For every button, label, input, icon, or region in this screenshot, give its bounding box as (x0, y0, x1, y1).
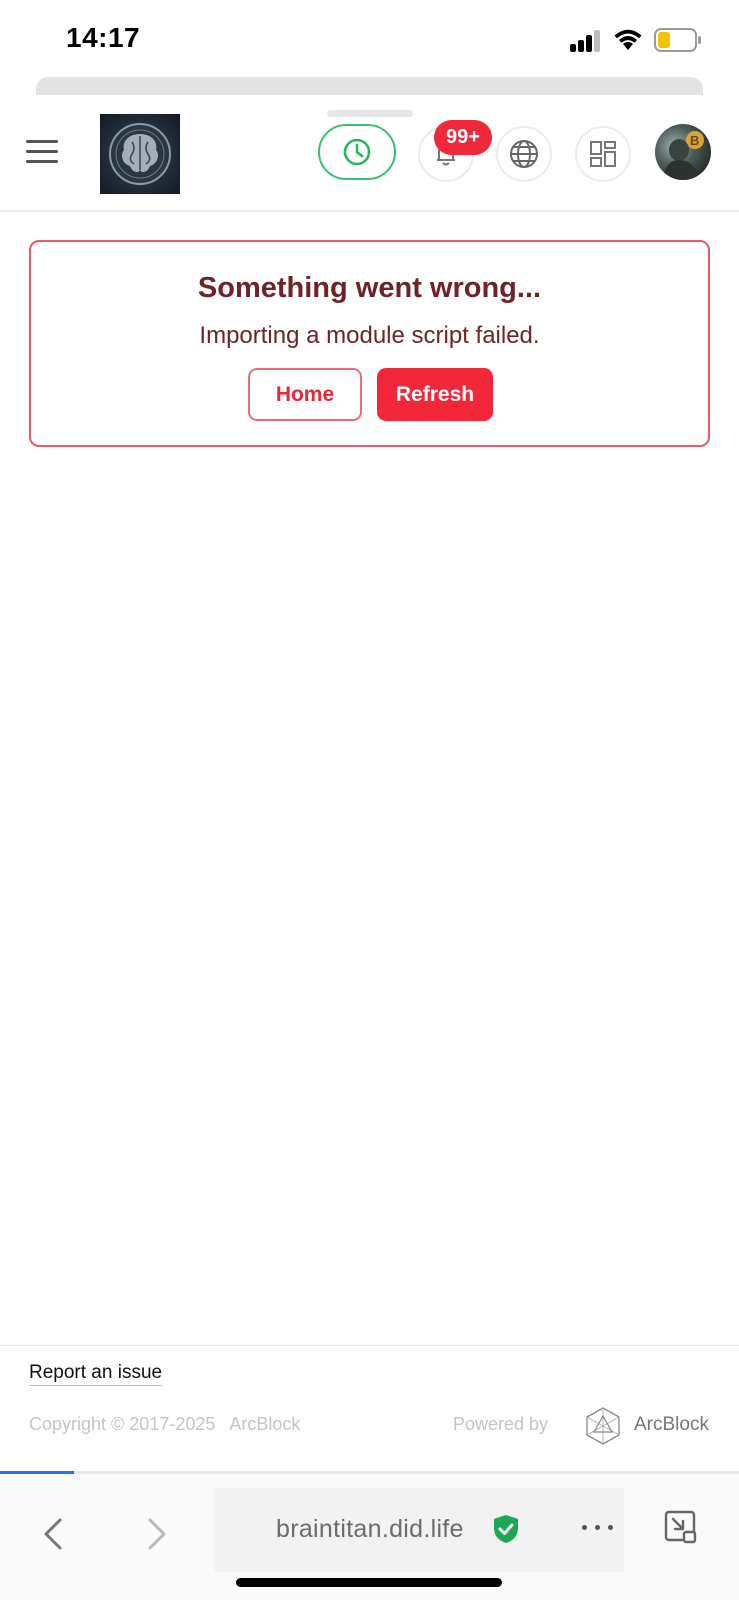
user-avatar[interactable]: B (655, 124, 711, 180)
shield-check-icon (494, 1515, 518, 1543)
copyright-text: Copyright © 2017-2025 ArcBlock (29, 1414, 300, 1435)
report-issue-link[interactable]: Report an issue (29, 1362, 163, 1386)
arcblock-logo-icon[interactable] (583, 1406, 623, 1446)
copyright-brand: ArcBlock (229, 1414, 301, 1434)
page-footer: Report an issue Copyright © 2017-2025 Arc… (0, 1345, 739, 1473)
error-title: Something went wrong... (197, 272, 542, 304)
battery-icon (654, 28, 701, 52)
exit-fullscreen-icon[interactable] (662, 1508, 700, 1546)
status-bar: 14:17 (0, 0, 739, 78)
brain-logo-icon[interactable] (100, 114, 180, 194)
forward-arrow-icon[interactable] (142, 1514, 172, 1554)
hamburger-menu-icon[interactable] (24, 138, 60, 166)
copyright-years: Copyright © 2017-2025 (29, 1414, 216, 1434)
address-bar[interactable]: braintitan.did.life (214, 1488, 624, 1572)
wifi-icon (614, 29, 642, 50)
back-arrow-icon[interactable] (38, 1514, 68, 1554)
error-card: Something went wrong... Importing a modu… (29, 240, 710, 447)
cellular-signal-icon (570, 30, 604, 52)
clock-icon (343, 138, 371, 166)
status-time: 14:17 (66, 22, 141, 53)
notification-count-badge: 99+ (434, 120, 492, 155)
globe-icon (510, 140, 538, 168)
powered-by-label: Powered by (453, 1414, 549, 1434)
more-options-icon[interactable] (580, 1520, 616, 1536)
url-text: braintitan.did.life (276, 1515, 464, 1543)
grid-apps-icon (590, 141, 616, 167)
clock-button[interactable] (318, 124, 396, 180)
svg-text:B: B (690, 133, 699, 148)
error-message: Importing a module script failed. (199, 322, 540, 349)
arcblock-link[interactable]: ArcBlock (634, 1414, 709, 1436)
home-button[interactable]: Home (248, 368, 362, 421)
refresh-button[interactable]: Refresh (377, 368, 493, 421)
language-button[interactable] (496, 126, 552, 182)
app-header: B (0, 96, 739, 212)
apps-button[interactable] (575, 126, 631, 182)
browser-sheet-edge (36, 77, 703, 95)
home-indicator[interactable] (236, 1578, 502, 1587)
